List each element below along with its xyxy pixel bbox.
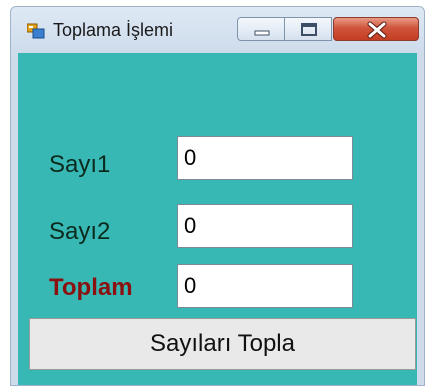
sum-numbers-button[interactable]: Sayıları Topla (29, 318, 416, 370)
minimize-button[interactable] (237, 17, 285, 41)
app-window: Toplama İşlemi Sayı1 Sayı2 Toplam Sayıla… (10, 6, 425, 386)
toplam-label: Toplam (49, 274, 133, 301)
window-form-icon (26, 23, 45, 39)
window-title: Toplama İşlemi (53, 20, 174, 40)
close-icon (367, 21, 387, 39)
sayi2-input[interactable] (177, 204, 353, 248)
maximize-button[interactable] (284, 17, 332, 41)
form-client-area: Sayı1 Sayı2 Toplam Sayıları Topla (18, 53, 417, 385)
sayi2-label: Sayı2 (49, 218, 111, 245)
sayi1-input[interactable] (177, 136, 353, 180)
maximize-icon (301, 23, 317, 36)
toplam-input[interactable] (177, 264, 353, 308)
close-button[interactable] (333, 17, 419, 41)
title-bar[interactable]: Toplama İşlemi (11, 7, 424, 55)
minimize-icon (254, 30, 270, 36)
sayi1-label: Sayı1 (49, 151, 111, 178)
